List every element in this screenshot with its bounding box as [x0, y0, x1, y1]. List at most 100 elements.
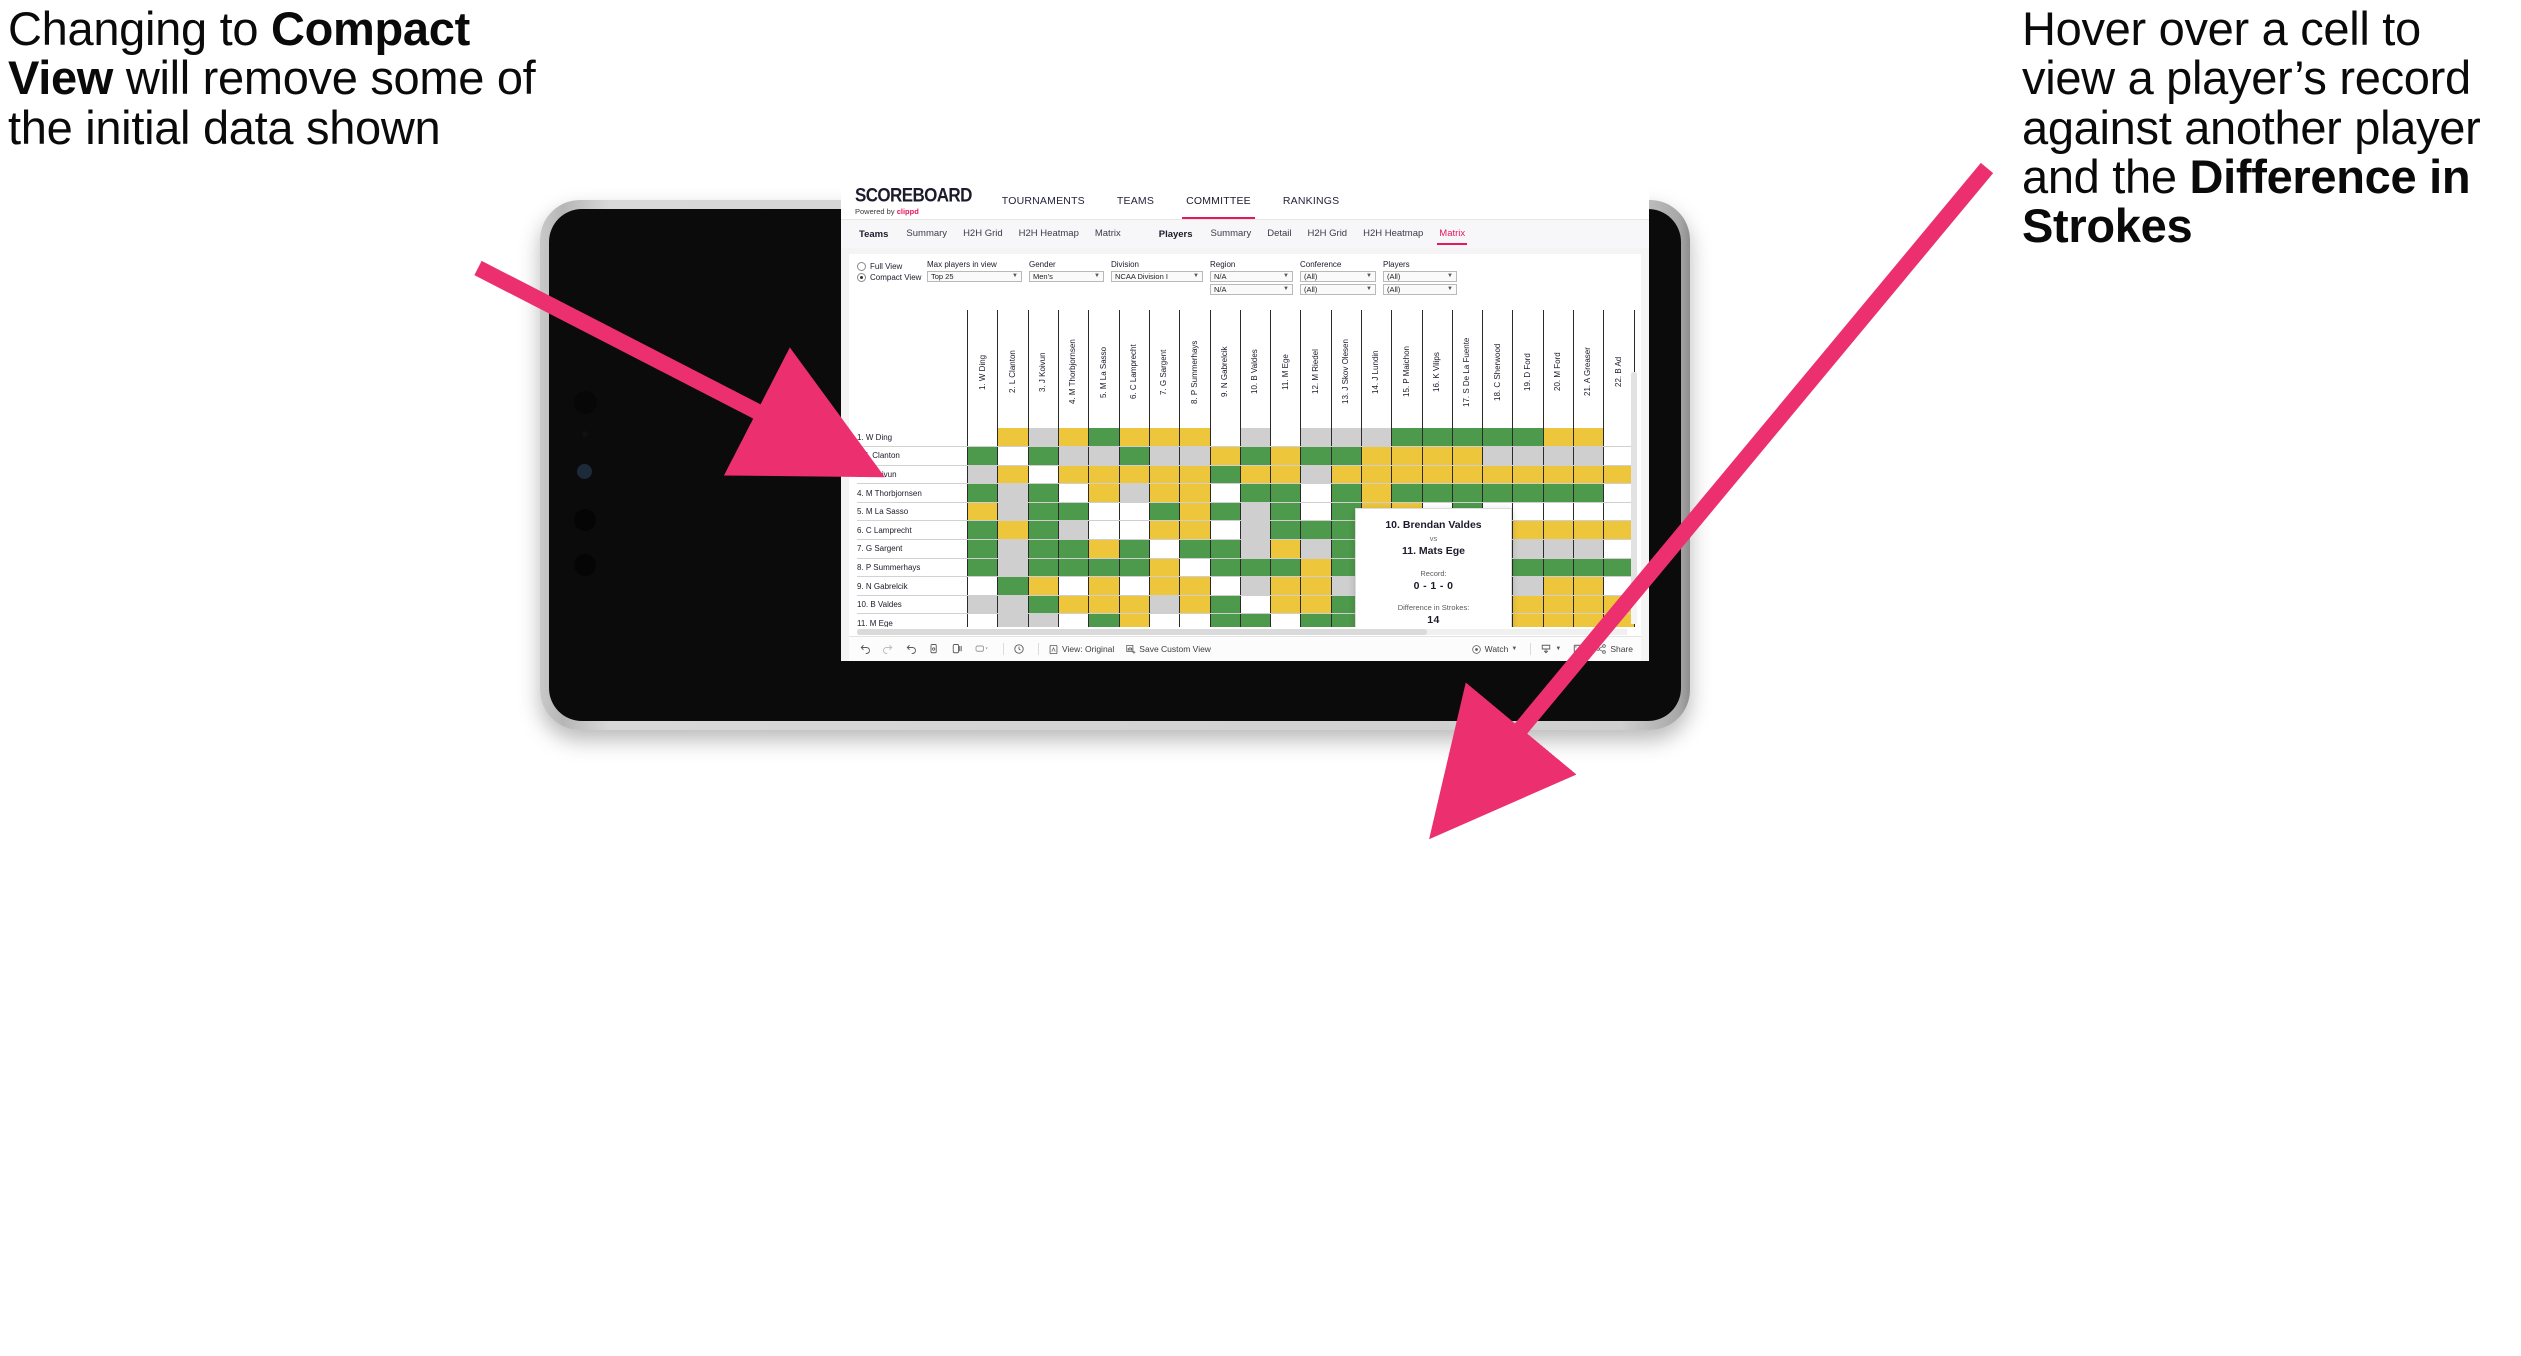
matrix-cell[interactable] — [1088, 595, 1120, 615]
matrix-cell[interactable] — [1088, 483, 1120, 503]
matrix-column-header[interactable]: 2. L Clanton — [997, 310, 1029, 428]
matrix-cell[interactable] — [1027, 595, 1060, 615]
matrix-cell[interactable] — [1088, 576, 1120, 596]
matrix-cell[interactable] — [1542, 483, 1575, 503]
matrix-cell[interactable] — [1027, 520, 1060, 541]
radio-full-view[interactable]: Full View — [857, 262, 927, 271]
matrix-column-header[interactable]: 10. B Valdes — [1239, 310, 1272, 428]
matrix-cell[interactable] — [967, 502, 999, 522]
matrix-cell[interactable] — [1603, 502, 1635, 522]
matrix-cell[interactable] — [1542, 446, 1575, 466]
matrix-cell[interactable] — [1270, 446, 1302, 466]
vertical-scrollbar-thumb[interactable] — [1631, 372, 1637, 594]
matrix-cell[interactable] — [967, 465, 999, 485]
matrix-cell[interactable] — [1300, 520, 1332, 541]
horizontal-scrollbar[interactable] — [857, 629, 1627, 635]
matrix-cell[interactable] — [997, 613, 1029, 627]
matrix-cell[interactable] — [1148, 613, 1181, 627]
matrix-cell[interactable] — [1179, 428, 1211, 448]
nav-item-teams[interactable]: TEAMS — [1101, 183, 1170, 219]
matrix-cell[interactable] — [1209, 465, 1241, 485]
matrix-cell[interactable] — [1179, 465, 1211, 485]
matrix-cell[interactable] — [1148, 446, 1181, 466]
matrix-row-label[interactable]: 1. W Ding — [857, 428, 968, 448]
matrix-cell[interactable] — [1058, 539, 1090, 559]
matrix-cell[interactable] — [1451, 428, 1484, 448]
nav-item-committee[interactable]: COMMITTEE — [1170, 183, 1267, 219]
matrix-cell[interactable] — [1421, 446, 1453, 466]
matrix-row-label[interactable]: 10. B Valdes — [857, 595, 968, 615]
filter-max-players-select[interactable]: Top 25 ▼ — [927, 270, 1022, 282]
matrix-row[interactable]: 7. G Sargent — [857, 539, 1635, 559]
matrix-cell[interactable] — [1209, 613, 1241, 627]
matrix-cell[interactable] — [1179, 613, 1211, 627]
matrix-cell[interactable] — [1179, 502, 1211, 522]
fullscreen-button[interactable] — [1572, 643, 1584, 655]
matrix-cell[interactable] — [1027, 428, 1060, 448]
matrix-cell[interactable] — [1330, 483, 1363, 503]
subtab-players-h2h-grid[interactable]: H2H Grid — [1300, 220, 1356, 248]
matrix-cell[interactable] — [1270, 613, 1302, 627]
matrix-cell[interactable] — [1148, 428, 1181, 448]
matrix-column-header[interactable]: 5. M La Sasso — [1088, 310, 1120, 428]
matrix-cell[interactable] — [1391, 428, 1423, 448]
matrix-column-header[interactable]: 20. M Ford — [1542, 310, 1575, 428]
matrix-cell[interactable] — [1118, 576, 1150, 596]
app-logo[interactable]: SCOREBOARD Powered by clippd — [841, 185, 986, 218]
matrix-cell[interactable] — [1209, 483, 1241, 503]
undo-button[interactable] — [859, 643, 871, 655]
matrix-scroll-container[interactable]: 1. W Ding 2. L Clanton 3. J Koivun 4. M Tho… — [857, 310, 1635, 627]
matrix-cell[interactable] — [1603, 428, 1635, 448]
matrix-row-label[interactable]: 2. L Clanton — [857, 446, 968, 466]
matrix-cell[interactable] — [1058, 520, 1090, 541]
matrix-cell[interactable] — [1239, 576, 1272, 596]
matrix-cell[interactable] — [1179, 558, 1211, 578]
matrix-cell[interactable] — [967, 428, 999, 448]
matrix-cell[interactable] — [1300, 595, 1332, 615]
matrix-cell[interactable] — [1027, 446, 1060, 466]
matrix-cell[interactable] — [1058, 483, 1090, 503]
matrix-cell[interactable] — [1118, 613, 1150, 627]
matrix-row[interactable]: 6. C Lamprecht — [857, 520, 1635, 541]
matrix-cell[interactable] — [1179, 483, 1211, 503]
matrix-column-header[interactable]: 21. A Greaser — [1573, 310, 1605, 428]
matrix-cell[interactable] — [1239, 539, 1272, 559]
matrix-cell[interactable] — [1512, 558, 1544, 578]
matrix-cell[interactable] — [1542, 465, 1575, 485]
subtab-teams-summary[interactable]: Summary — [898, 220, 955, 248]
matrix-cell[interactable] — [1603, 558, 1635, 578]
matrix-cell[interactable] — [1270, 595, 1302, 615]
matrix-cell[interactable] — [1179, 576, 1211, 596]
matrix-cell[interactable] — [1239, 465, 1272, 485]
matrix-cell[interactable] — [1239, 483, 1272, 503]
matrix-cell[interactable] — [1058, 613, 1090, 627]
redo-button[interactable] — [882, 643, 894, 655]
matrix-column-header[interactable]: 4. M Thorbjornsen — [1058, 310, 1090, 428]
matrix-cell[interactable] — [1118, 428, 1150, 448]
filter-players-select-2[interactable]: (All) ▼ — [1383, 283, 1457, 295]
matrix-cell[interactable] — [1360, 446, 1393, 466]
filter-gender-select[interactable]: Men’s ▼ — [1029, 270, 1104, 282]
filter-region-select[interactable]: N/A ▼ — [1210, 270, 1293, 282]
matrix-cell[interactable] — [1482, 446, 1514, 466]
matrix-cell[interactable] — [1391, 446, 1423, 466]
matrix-cell[interactable] — [967, 539, 999, 559]
matrix-cell[interactable] — [997, 595, 1029, 615]
matrix-cell[interactable] — [1209, 520, 1241, 541]
vertical-scrollbar[interactable] — [1631, 372, 1637, 624]
matrix-cell[interactable] — [1573, 520, 1605, 541]
matrix-cell[interactable] — [1360, 465, 1393, 485]
filter-players-select[interactable]: (All) ▼ — [1383, 270, 1457, 282]
matrix-cell[interactable] — [1330, 465, 1363, 485]
matrix-cell[interactable] — [1118, 502, 1150, 522]
matrix-cell[interactable] — [967, 558, 999, 578]
matrix-cell[interactable] — [1239, 446, 1272, 466]
matrix-cell[interactable] — [1512, 576, 1544, 596]
matrix-cell[interactable] — [1118, 465, 1150, 485]
matrix-cell[interactable] — [1603, 520, 1635, 541]
matrix-cell[interactable] — [997, 428, 1029, 448]
matrix-cell[interactable] — [967, 483, 999, 503]
download-button[interactable]: ▼ — [1540, 643, 1561, 655]
matrix-row[interactable]: 8. P Summerhays — [857, 558, 1635, 578]
matrix-cell[interactable] — [1088, 446, 1120, 466]
